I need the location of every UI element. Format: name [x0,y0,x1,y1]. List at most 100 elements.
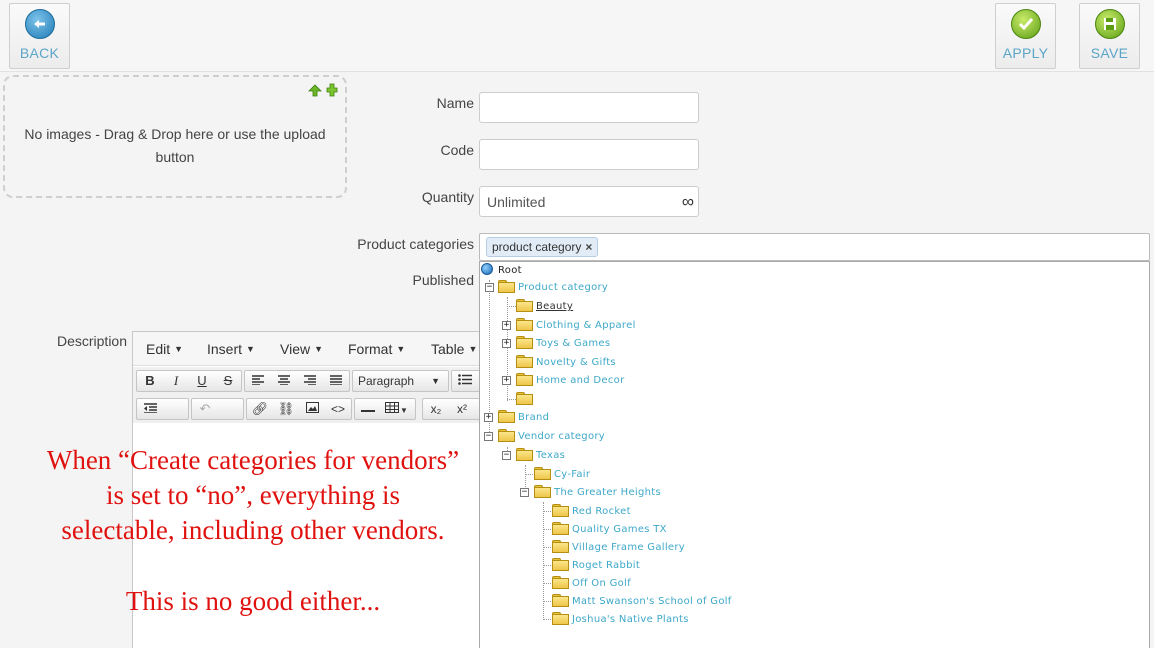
categories-select[interactable]: product category × [479,233,1150,261]
name-input[interactable] [479,92,699,123]
tree-node-off-on-golf[interactable]: Off On Golf [552,575,631,592]
published-label: Published [412,272,475,288]
outdent-icon[interactable] [137,399,163,419]
tree-node-root[interactable]: Root [481,262,522,279]
hr-table-group: ▼ [354,398,416,420]
editor-toolbar-row-2: ↶↷ 🔗︎⛓︎ <> ▼ x₂x² [133,395,483,436]
insert-group: 🔗︎ ⛓︎ <> [246,398,352,420]
quantity-input[interactable]: Unlimited ∞ [479,186,699,217]
history-group: ↶↷ [191,398,244,436]
tree-node-red-rocket[interactable]: Red Rocket [552,503,631,520]
collapse-icon[interactable]: − [484,432,493,441]
tree-node-cy-fair[interactable]: Cy-Fair [534,466,590,483]
expand-icon[interactable]: + [502,321,511,330]
expand-icon[interactable]: + [484,413,493,422]
tree-node-roget-rabbit[interactable]: Roget Rabbit [552,557,640,574]
collapse-icon[interactable]: − [485,283,494,292]
align-left-icon[interactable] [245,371,271,391]
category-tree: Root − Product category Beauty + Clothin… [479,261,1150,648]
tree-node-village-frame[interactable]: Village Frame Gallery [552,539,685,556]
underline-button[interactable]: U [189,371,215,391]
annotation-line-1: When “Create categories for vendors” [46,445,460,475]
tree-node-joshua-plants[interactable]: Joshua's Native Plants [552,611,689,628]
menu-edit[interactable]: Edit ▼ [146,341,183,357]
script-group: x₂ x² [422,398,481,420]
folder-icon [498,429,515,442]
tree-node-matt-swanson[interactable]: Matt Swanson's School of Golf [552,593,732,610]
save-label: SAVE [1090,45,1129,61]
table-icon[interactable]: ▼ [381,399,413,419]
menu-table[interactable]: Table ▼ [431,341,477,357]
floppy-disk-icon [1094,9,1125,39]
folder-icon [552,594,569,607]
undo-icon[interactable]: ↶ [192,399,218,419]
folder-icon [498,410,515,423]
expand-icon[interactable]: + [502,339,511,348]
image-dropzone[interactable]: No images - Drag & Drop here or use the … [3,75,347,198]
tree-node-beauty[interactable]: Beauty [516,298,573,315]
back-label: BACK [19,45,60,61]
remove-tag-icon[interactable]: × [585,240,592,254]
back-button[interactable]: BACK [9,3,70,69]
bullet-list-button[interactable] [451,370,481,392]
apply-button[interactable]: APPLY [995,3,1056,69]
category-tag: product category × [486,237,599,257]
align-group [244,370,350,392]
tree-node-product-category[interactable]: Product category [498,279,608,296]
collapse-icon[interactable]: − [520,488,529,497]
tree-node-home-decor[interactable]: Home and Decor [516,372,624,389]
tree-node-brand[interactable]: Brand [498,409,549,426]
apply-label: APPLY [1002,45,1049,61]
format-select[interactable]: Paragraph ▼ [352,370,449,392]
horizontal-rule-icon[interactable] [355,399,381,419]
bold-button[interactable]: B [137,371,163,391]
collapse-icon[interactable]: − [502,451,511,460]
upload-add-icon[interactable] [307,82,339,98]
menu-insert[interactable]: Insert ▼ [207,341,255,357]
editor-menubar: Edit ▼ Insert ▼ View ▼ Format ▼ Table ▼ [133,332,483,366]
menu-view[interactable]: View ▼ [280,341,323,357]
align-justify-icon[interactable] [323,371,349,391]
tree-node-texas[interactable]: Texas [516,447,565,464]
image-icon[interactable] [299,399,325,419]
folder-icon [552,558,569,571]
italic-button[interactable]: I [163,371,189,391]
tree-node-toys-games[interactable]: Toys & Games [516,335,610,352]
tree-node-quality-games[interactable]: Quality Games TX [552,521,667,538]
folder-icon [516,392,533,405]
chevron-down-icon: ▼ [431,376,440,386]
folder-icon [498,280,515,293]
description-label: Description [56,333,127,349]
save-button[interactable]: SAVE [1079,3,1140,69]
folder-icon [552,504,569,517]
folder-icon [516,336,533,349]
link-icon[interactable]: 🔗︎ [247,399,273,419]
folder-icon [552,540,569,553]
tree-node-novelty-gifts[interactable]: Novelty & Gifts [516,354,616,371]
tree-node-greater-heights[interactable]: The Greater Heights [534,484,661,501]
infinity-icon[interactable]: ∞ [682,192,694,212]
expand-icon[interactable]: + [502,376,511,385]
dropzone-text: No images - Drag & Drop here or use the … [24,126,326,165]
align-right-icon[interactable] [297,371,323,391]
folder-icon [552,612,569,625]
folder-icon [534,467,551,480]
top-toolbar: BACK APPLY SAVE [0,0,1154,72]
superscript-button[interactable]: x² [449,399,475,419]
unlink-icon[interactable]: ⛓︎ [273,399,299,419]
globe-icon [481,263,493,275]
tree-node-vendor-category[interactable]: Vendor category [498,428,605,445]
indent-group [136,398,189,434]
code-icon[interactable]: <> [325,399,351,419]
tree-node-clothing-apparel[interactable]: Clothing & Apparel [516,317,636,334]
strikethrough-button[interactable]: S [215,371,241,391]
folder-icon [516,318,533,331]
code-label: Code [440,142,474,158]
tree-node-unnamed[interactable] [516,391,536,408]
menu-format[interactable]: Format ▼ [348,341,405,357]
subscript-button[interactable]: x₂ [423,399,449,419]
annotation-line-2: is set to “no”, everything is [106,480,400,510]
code-input[interactable] [479,139,699,170]
folder-icon [516,299,533,312]
align-center-icon[interactable] [271,371,297,391]
